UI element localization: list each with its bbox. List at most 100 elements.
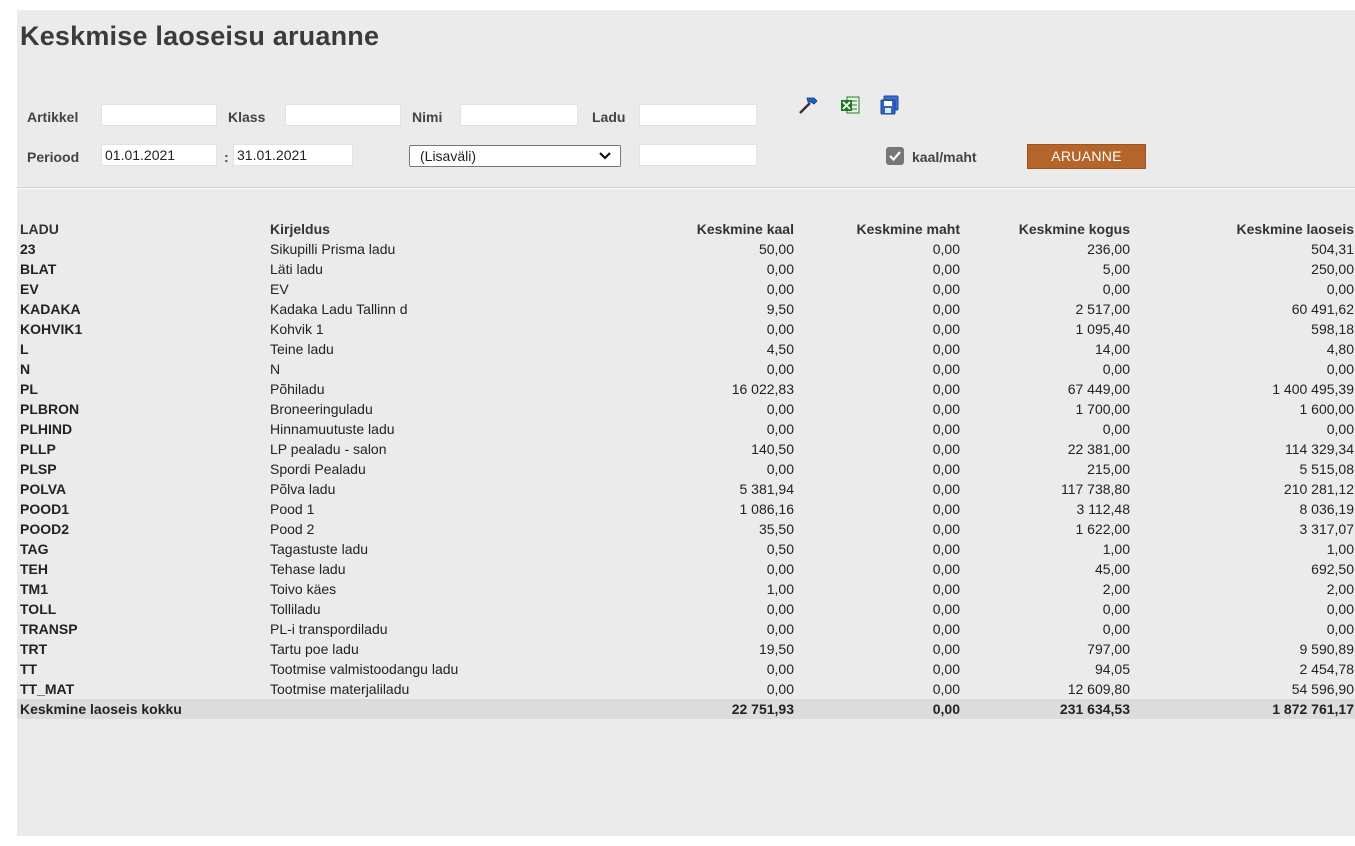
cell-ladu[interactable]: TEH bbox=[17, 559, 267, 579]
cell-keskmine-maht: 0,00 bbox=[932, 461, 960, 477]
cell-keskmine-kaal: 0,00 bbox=[766, 561, 794, 577]
cell-ladu[interactable]: TT bbox=[17, 659, 267, 679]
table-row[interactable]: PLSP Spordi Pealadu 0,00 0,00 215,00 5 515,08 bbox=[17, 459, 1355, 479]
cell-keskmine-laoseis: 0,00 bbox=[1326, 361, 1354, 377]
cell-kirjeldus: Teine ladu bbox=[270, 341, 334, 357]
table-row[interactable]: 23 Sikupilli Prisma ladu 50,00 0,00 236,00 50… bbox=[17, 239, 1355, 259]
cell-ladu[interactable]: TOLL bbox=[17, 599, 267, 619]
table-row[interactable]: TEH Tehase ladu 0,00 0,00 45,00 692,50 bbox=[17, 559, 1355, 579]
excel-export-icon[interactable] bbox=[839, 94, 861, 116]
cell-ladu[interactable]: KOHVIK1 bbox=[17, 319, 267, 339]
table-row[interactable]: PLHIND Hinnamuutuste ladu 0,00 0,00 0,00 0,00 bbox=[17, 419, 1355, 439]
nimi-input[interactable] bbox=[460, 104, 578, 126]
cell-ladu[interactable]: TT_MAT bbox=[17, 679, 267, 699]
save-icon[interactable] bbox=[879, 94, 901, 116]
table-row[interactable]: N N 0,00 0,00 0,00 0,00 bbox=[17, 359, 1355, 379]
header-keskmine-maht[interactable]: Keskmine maht bbox=[797, 219, 963, 239]
cell-ladu[interactable]: PLBRON bbox=[17, 399, 267, 419]
table-row[interactable]: POOD2 Pood 2 35,50 0,00 1 622,00 3 317,07 bbox=[17, 519, 1355, 539]
table-row[interactable]: POLVA Põlva ladu 5 381,94 0,00 117 738,80 210… bbox=[17, 479, 1355, 499]
cell-keskmine-kaal: 0,00 bbox=[766, 681, 794, 697]
table-row[interactable]: TRT Tartu poe ladu 19,50 0,00 797,00 9 590,89 bbox=[17, 639, 1355, 659]
cell-ladu[interactable]: PLLP bbox=[17, 439, 267, 459]
cell-kirjeldus: Tagastuste ladu bbox=[270, 541, 369, 557]
cell-ladu[interactable]: TRANSP bbox=[17, 619, 267, 639]
table-row[interactable]: TT Tootmise valmistoodangu ladu 0,00 0,00 94… bbox=[17, 659, 1355, 679]
cell-ladu[interactable]: L bbox=[17, 339, 267, 359]
cell-kirjeldus: LP pealadu - salon bbox=[270, 441, 387, 457]
cell-kirjeldus: Põlva ladu bbox=[270, 481, 336, 497]
settings-hammer-icon[interactable] bbox=[797, 94, 819, 116]
lisavali-select[interactable]: (Lisaväli) bbox=[409, 145, 621, 167]
header-keskmine-kogus[interactable]: Keskmine kogus bbox=[963, 219, 1133, 239]
total-maht: 0,00 bbox=[797, 699, 963, 719]
table-row[interactable]: BLAT Läti ladu 0,00 0,00 5,00 250,00 bbox=[17, 259, 1355, 279]
date-to-input[interactable] bbox=[233, 144, 353, 166]
cell-keskmine-maht: 0,00 bbox=[932, 521, 960, 537]
cell-keskmine-kogus: 14,00 bbox=[1094, 341, 1130, 357]
cell-keskmine-kogus: 0,00 bbox=[1102, 281, 1130, 297]
header-keskmine-kaal[interactable]: Keskmine kaal bbox=[577, 219, 797, 239]
lisavali-value-input[interactable] bbox=[639, 144, 757, 166]
cell-keskmine-laoseis: 3 317,07 bbox=[1299, 521, 1355, 537]
table-row[interactable]: PL Põhiladu 16 022,83 0,00 67 449,00 1 400 49… bbox=[17, 379, 1355, 399]
lisavali-selected-value: (Lisaväli) bbox=[420, 148, 477, 164]
cell-ladu[interactable]: POLVA bbox=[17, 479, 267, 499]
cell-ladu[interactable]: KADAKA bbox=[17, 299, 267, 319]
cell-ladu[interactable]: POOD2 bbox=[17, 519, 267, 539]
cell-keskmine-kaal: 0,00 bbox=[766, 361, 794, 377]
cell-keskmine-kaal: 0,00 bbox=[766, 321, 794, 337]
ladu-label: Ladu bbox=[592, 109, 626, 125]
ladu-input[interactable] bbox=[639, 104, 757, 126]
table-row[interactable]: TT_MAT Tootmise materjaliladu 0,00 0,00 12 6… bbox=[17, 679, 1355, 699]
table-row[interactable]: EV EV 0,00 0,00 0,00 0,00 bbox=[17, 279, 1355, 299]
cell-keskmine-kaal: 0,00 bbox=[766, 601, 794, 617]
cell-keskmine-kogus: 2,00 bbox=[1102, 581, 1130, 597]
header-ladu[interactable]: LADU bbox=[17, 219, 267, 239]
cell-kirjeldus: Kadaka Ladu Tallinn d bbox=[270, 301, 408, 317]
header-keskmine-laoseis[interactable]: Keskmine laoseis bbox=[1133, 219, 1355, 239]
report-button[interactable]: ARUANNE bbox=[1027, 144, 1146, 169]
cell-ladu[interactable]: EV bbox=[17, 279, 267, 299]
weight-volume-checkbox[interactable] bbox=[886, 147, 904, 165]
table-row[interactable]: PLLP LP pealadu - salon 140,50 0,00 22 381,0… bbox=[17, 439, 1355, 459]
cell-keskmine-laoseis: 1 600,00 bbox=[1299, 401, 1355, 417]
cell-ladu[interactable]: PLSP bbox=[17, 459, 267, 479]
table-row[interactable]: TM1 Toivo käes 1,00 0,00 2,00 2,00 bbox=[17, 579, 1355, 599]
cell-ladu[interactable]: PLHIND bbox=[17, 419, 267, 439]
cell-keskmine-laoseis: 54 596,90 bbox=[1291, 681, 1354, 697]
table-row[interactable]: PLBRON Broneeringuladu 0,00 0,00 1 700,00 1 6… bbox=[17, 399, 1355, 419]
cell-ladu[interactable]: BLAT bbox=[17, 259, 267, 279]
cell-ladu[interactable]: 23 bbox=[17, 239, 267, 259]
cell-ladu[interactable]: TAG bbox=[17, 539, 267, 559]
cell-kirjeldus: N bbox=[270, 361, 281, 377]
date-from-input[interactable] bbox=[101, 144, 217, 166]
cell-keskmine-kaal: 0,00 bbox=[766, 401, 794, 417]
cell-keskmine-kogus: 0,00 bbox=[1102, 361, 1130, 377]
table-row[interactable]: KOHVIK1 Kohvik 1 0,00 0,00 1 095,40 598,18 bbox=[17, 319, 1355, 339]
table-row[interactable]: KADAKA Kadaka Ladu Tallinn d 9,50 0,00 2 517… bbox=[17, 299, 1355, 319]
klass-label: Klass bbox=[228, 109, 266, 125]
cell-keskmine-kogus: 12 609,80 bbox=[1067, 681, 1130, 697]
cell-keskmine-kogus: 67 449,00 bbox=[1067, 381, 1130, 397]
header-kirjeldus[interactable]: Kirjeldus bbox=[267, 219, 577, 239]
cell-ladu[interactable]: TM1 bbox=[17, 579, 267, 599]
artikkel-input[interactable] bbox=[101, 104, 217, 126]
cell-keskmine-laoseis: 0,00 bbox=[1326, 621, 1354, 637]
cell-ladu[interactable]: TRT bbox=[17, 639, 267, 659]
chevron-down-icon bbox=[599, 152, 611, 160]
table-row[interactable]: TRANSP PL-i transpordiladu 0,00 0,00 0,00 0,0… bbox=[17, 619, 1355, 639]
klass-input[interactable] bbox=[285, 104, 401, 126]
table-row[interactable]: L Teine ladu 4,50 0,00 14,00 4,80 bbox=[17, 339, 1355, 359]
cell-ladu[interactable]: POOD1 bbox=[17, 499, 267, 519]
cell-keskmine-maht: 0,00 bbox=[932, 481, 960, 497]
cell-keskmine-maht: 0,00 bbox=[932, 301, 960, 317]
table-row[interactable]: POOD1 Pood 1 1 086,16 0,00 3 112,48 8 036,19 bbox=[17, 499, 1355, 519]
cell-keskmine-maht: 0,00 bbox=[932, 441, 960, 457]
cell-ladu[interactable]: PL bbox=[17, 379, 267, 399]
cell-ladu[interactable]: N bbox=[17, 359, 267, 379]
cell-keskmine-kogus: 2 517,00 bbox=[1075, 301, 1131, 317]
table-row[interactable]: TOLL Tolliladu 0,00 0,00 0,00 0,00 bbox=[17, 599, 1355, 619]
cell-keskmine-kogus: 0,00 bbox=[1102, 421, 1130, 437]
table-row[interactable]: TAG Tagastuste ladu 0,50 0,00 1,00 1,00 bbox=[17, 539, 1355, 559]
